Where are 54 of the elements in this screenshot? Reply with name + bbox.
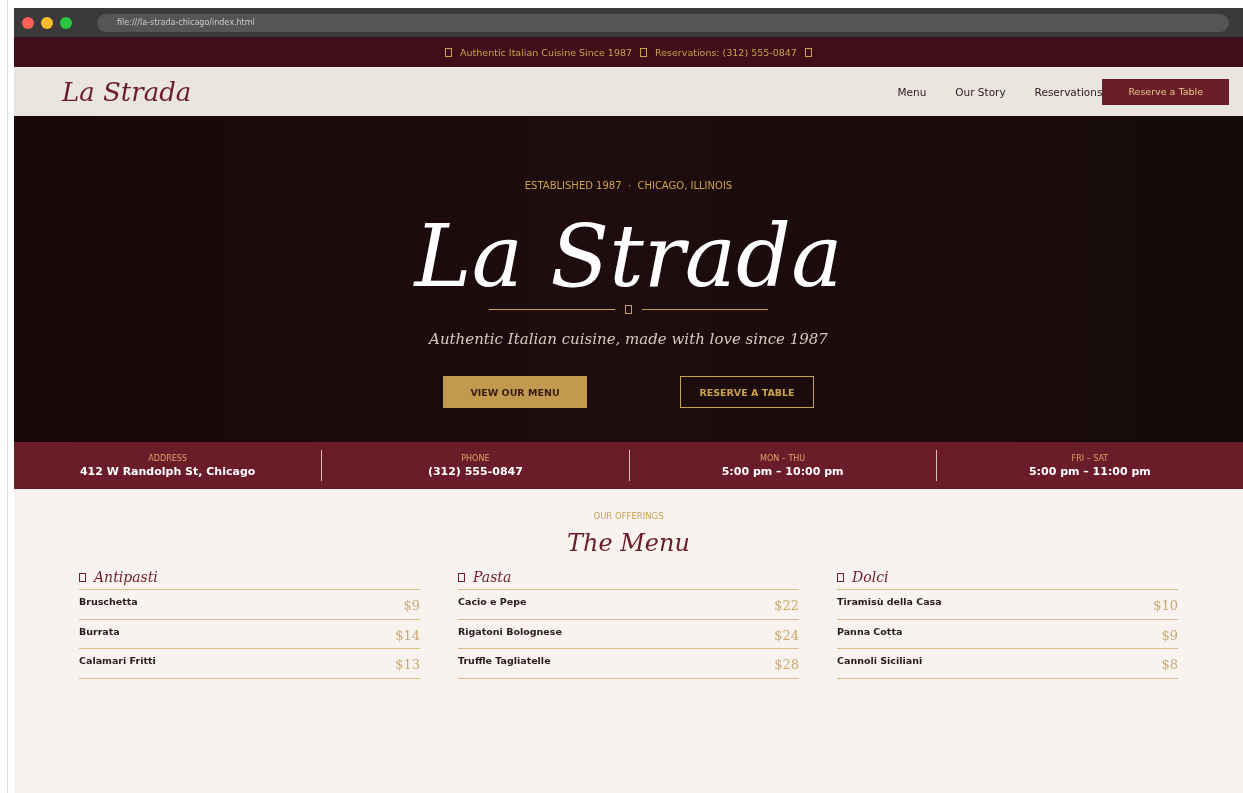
section-eyebrow: OUR OFFERINGS: [593, 511, 664, 521]
missing-glyph-icon: [640, 47, 648, 57]
missing-glyph-icon: [837, 572, 844, 582]
dish-price: $24: [774, 627, 799, 643]
section-title: The Menu: [567, 529, 690, 557]
info-value: 412 W Randolph St, Chicago: [79, 464, 256, 478]
announcement-text: Authentic Italian Cuisine Since 1987: [460, 46, 633, 58]
dish-price: $28: [774, 657, 799, 672]
logo[interactable]: La Strada: [62, 76, 898, 107]
info-label: MON – THU: [760, 453, 806, 463]
hero-title: La Strada: [414, 213, 843, 299]
dish-name: Panna Cotta: [837, 625, 903, 637]
hero-tagline: Authentic Italian cuisine, made with love since 1987: [429, 330, 828, 348]
dish-name: Burrata: [79, 625, 120, 637]
info-label: FRI – SAT: [1071, 453, 1109, 463]
nav-link[interactable]: Reservations: [1034, 85, 1103, 98]
info-label: ADDRESS: [148, 453, 187, 463]
dish-price: $13: [395, 657, 420, 672]
dish-name: Calamari Fritti: [79, 655, 156, 666]
menu-button[interactable]: VIEW OUR MENU: [443, 376, 587, 408]
missing-glyph-icon: [458, 572, 465, 582]
dish-price: $14: [395, 627, 420, 643]
reserve-button[interactable]: Reserve a Table: [1102, 78, 1229, 105]
category-title: Pasta: [473, 569, 512, 585]
dish-price: $8: [1161, 657, 1178, 672]
missing-glyph-icon: [804, 47, 812, 57]
missing-glyph-icon: [445, 47, 453, 57]
dish-name: Tiramisù della Casa: [837, 596, 942, 607]
dish-price: $9: [1161, 627, 1178, 643]
dish-price: $10: [1153, 598, 1178, 613]
dish-name: Cannoli Siciliani: [837, 655, 923, 666]
announcement-text: Reservations: (312) 555-0847: [655, 46, 797, 58]
nav-link[interactable]: Our Story: [955, 85, 1006, 98]
hero-eyebrow: ESTABLISHED 1987 · CHICAGO, ILLINOIS: [524, 180, 733, 191]
window-control-icon[interactable]: [60, 16, 72, 29]
address-bar[interactable]: file:///la-strada-chicago/index.html: [97, 13, 1229, 32]
window-control-icon[interactable]: [22, 16, 34, 29]
dish-price: $22: [774, 598, 799, 613]
category-title: Dolci: [852, 569, 889, 585]
reserve-button[interactable]: RESERVE A TABLE: [680, 376, 814, 408]
info-value: 5:00 pm – 11:00 pm: [1028, 464, 1151, 478]
dish-name: Cacio e Pepe: [458, 596, 527, 607]
info-value: 5:00 pm – 10:00 pm: [721, 464, 844, 478]
category-title: Antipasti: [94, 569, 158, 585]
dish-name: Rigatoni Bolognese: [458, 625, 562, 637]
nav-link[interactable]: Menu: [897, 85, 927, 98]
missing-glyph-icon: [625, 305, 632, 314]
missing-glyph-icon: [79, 572, 86, 582]
info-value: (312) 555-0847: [427, 464, 523, 478]
dish-price: $9: [403, 598, 420, 613]
dish-name: Bruschetta: [79, 596, 138, 607]
info-label: PHONE: [461, 453, 490, 463]
dish-name: Truffle Tagliatelle: [458, 655, 551, 666]
window-control-icon[interactable]: [41, 16, 53, 29]
